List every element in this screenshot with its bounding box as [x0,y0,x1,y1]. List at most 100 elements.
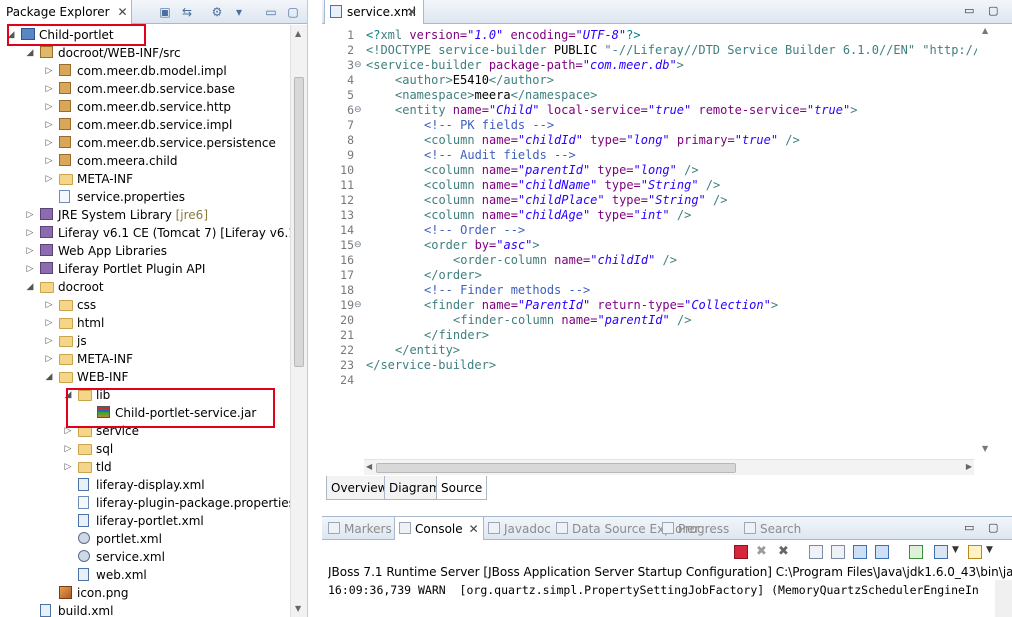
code-line[interactable]: </entity> [395,343,460,358]
collapsed-arrow-icon[interactable]: ▷ [25,224,35,242]
tree-item[interactable]: liferay-portlet.xml [0,512,290,530]
maximize-icon[interactable]: ▢ [988,521,998,534]
code-line[interactable]: <!-- Order --> [424,223,525,238]
tree-item[interactable]: ▷ sql [0,440,290,458]
editor-horizontal-scrollbar[interactable]: ◀ ▶ [364,459,974,475]
tab-progress[interactable]: Progress [658,517,733,540]
code-line[interactable]: <entity name="Child" local-service="true… [395,103,857,118]
tab-markers[interactable]: Markers [324,517,396,540]
package-explorer-tab[interactable]: Package Explorer ✕ [0,0,132,24]
collapsed-arrow-icon[interactable]: ▷ [44,296,54,314]
terminate-icon[interactable] [734,545,748,559]
code-line[interactable]: <finder name="ParentId" return-type="Col… [424,298,778,313]
tree-item[interactable]: ▷ service [0,422,290,440]
scrollbar-thumb[interactable] [376,463,736,473]
close-icon[interactable]: ✕ [118,5,128,19]
collapsed-arrow-icon[interactable]: ▷ [25,206,35,224]
tree-item[interactable]: Child-portlet-service.jar [0,404,290,422]
collapsed-arrow-icon[interactable]: ▷ [44,314,54,332]
console-scrollbar[interactable] [995,580,1012,617]
project-tree[interactable]: ◢ Child-portlet ◢ docroot/WEB-INF/src ▷ com.m… [0,25,290,617]
code-area[interactable]: <?xml version="1.0" encoding="UTF-8"?> <!… [366,24,977,457]
tree-item[interactable]: ▷ JRE System Library [jre6] [0,206,290,224]
editor-scrollbar[interactable]: ▲ ▼ [977,24,995,457]
code-line[interactable]: </finder> [424,328,489,343]
tab-search[interactable]: Search [740,517,805,540]
collapsed-arrow-icon[interactable]: ▷ [63,458,73,476]
maximize-icon[interactable]: ▢ [284,3,302,21]
show-on-stderr-icon[interactable] [875,545,889,559]
remove-all-terminated-icon[interactable]: ✖ [778,545,792,559]
tree-item[interactable]: ▷ com.meera.child [0,152,290,170]
tree-item[interactable]: ▷ com.meer.db.service.base [0,80,290,98]
code-line[interactable]: <!-- PK fields --> [424,118,554,133]
tree-item[interactable]: ◢ lib [0,386,290,404]
code-line[interactable]: <column name="childAge" type="int" /> [424,208,691,223]
explorer-scrollbar[interactable]: ▲ ▼ [290,25,307,617]
collapsed-arrow-icon[interactable]: ▷ [25,260,35,278]
tree-item[interactable]: ▷ Web App Libraries [0,242,290,260]
collapsed-arrow-icon[interactable]: ▷ [63,440,73,458]
collapsed-arrow-icon[interactable]: ▷ [44,170,54,188]
scrollbar-thumb[interactable] [294,77,304,367]
tree-item[interactable]: ◢ WEB-INF [0,368,290,386]
code-line[interactable]: <column name="childId" type="long" prima… [424,133,800,148]
tree-item[interactable]: ▷ tld [0,458,290,476]
minimize-icon[interactable]: ▭ [262,3,280,21]
code-line[interactable]: <namespace>meera</namespace> [395,88,597,103]
tab-javadoc[interactable]: Javadoc [484,517,555,540]
chevron-down-icon[interactable]: ▼ [952,545,966,559]
code-line[interactable]: <author>E5410</author> [395,73,554,88]
code-line[interactable]: <column name="parentId" type="long" /> [424,163,699,178]
collapsed-arrow-icon[interactable]: ▷ [44,62,54,80]
code-line[interactable]: <order-column name="childId" /> [453,253,677,268]
tree-item[interactable]: web.xml [0,566,290,584]
open-console-icon[interactable] [968,545,982,559]
close-icon[interactable]: ✕ [407,5,417,19]
tree-item[interactable]: ▷ js [0,332,290,350]
tree-item[interactable]: service.properties [0,188,290,206]
tree-item[interactable]: build.xml [0,602,290,617]
collapsed-arrow-icon[interactable]: ▷ [44,134,54,152]
tree-item[interactable]: ▷ Liferay v6.1 CE (Tomcat 7) [Liferay v6.… [0,224,290,242]
collapsed-arrow-icon[interactable]: ▷ [44,98,54,116]
scroll-down-icon[interactable]: ▼ [295,604,301,613]
maximize-icon[interactable]: ▢ [988,4,998,17]
tree-item[interactable]: ◢ docroot/WEB-INF/src [0,44,290,62]
fold-toggle-icon[interactable]: ⊖ [354,58,362,73]
minimize-icon[interactable]: ▭ [964,521,974,534]
tree-item[interactable]: ▷ com.meer.db.model.impl [0,62,290,80]
tree-item[interactable]: ▷ META-INF [0,350,290,368]
expanded-arrow-icon[interactable]: ◢ [44,368,54,386]
view-menu-icon[interactable]: ⚙ [208,3,226,21]
scroll-down-icon[interactable]: ▼ [982,444,988,453]
tree-item[interactable]: ▷ com.meer.db.service.persistence [0,134,290,152]
expanded-arrow-icon[interactable]: ◢ [6,26,16,44]
console-output-line[interactable]: 16:09:36,739 WARN [org.quartz.simpl.Prop… [328,583,988,599]
code-line[interactable]: <service-builder package-path="com.meer.… [366,58,684,73]
show-on-stdout-icon[interactable] [853,545,867,559]
scroll-left-icon[interactable]: ◀ [366,462,372,471]
fold-toggle-icon[interactable]: ⊖ [354,238,362,253]
code-line[interactable]: <!-- Audit fields --> [424,148,576,163]
link-with-editor-icon[interactable]: ⇆ [178,3,196,21]
collapsed-arrow-icon[interactable]: ▷ [44,332,54,350]
fold-toggle-icon[interactable]: ⊖ [354,298,362,313]
fold-toggle-icon[interactable]: ⊖ [354,103,362,118]
collapsed-arrow-icon[interactable]: ▷ [63,422,73,440]
scroll-lock-icon[interactable] [831,545,845,559]
tree-item[interactable]: ▷ com.meer.db.service.http [0,98,290,116]
tree-item[interactable]: ▷ css [0,296,290,314]
tree-item[interactable]: ▷ META-INF [0,170,290,188]
collapsed-arrow-icon[interactable]: ▷ [25,242,35,260]
display-selected-console-icon[interactable] [934,545,948,559]
minimize-icon[interactable]: ▭ [964,4,974,17]
expanded-arrow-icon[interactable]: ◢ [25,44,35,62]
tree-item[interactable]: liferay-plugin-package.properties [0,494,290,512]
scroll-up-icon[interactable]: ▲ [982,26,988,35]
close-icon[interactable]: ✕ [469,522,479,536]
pin-console-icon[interactable] [909,545,923,559]
clear-console-icon[interactable] [809,545,823,559]
tab-overview[interactable]: Overview [326,476,393,500]
tree-item[interactable]: portlet.xml [0,530,290,548]
